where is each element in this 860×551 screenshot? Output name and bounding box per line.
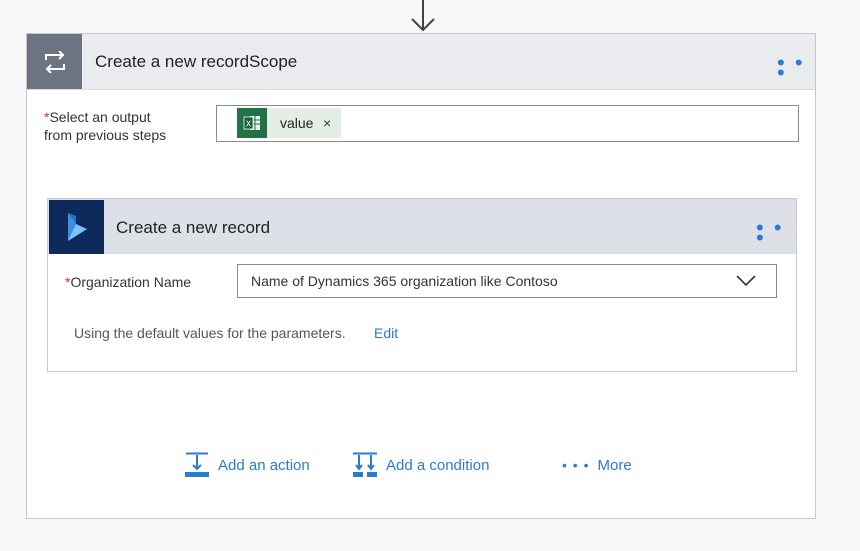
- default-values-text: Using the default values for the paramet…: [74, 325, 346, 341]
- more-ellipsis-icon: • • •: [562, 457, 590, 473]
- add-condition-icon: [353, 452, 377, 477]
- scope-header[interactable]: Create a new recordScope • • •: [27, 34, 815, 90]
- add-action-label: Add an action: [218, 456, 310, 474]
- token-label: value: [280, 115, 314, 131]
- remove-token-icon[interactable]: ×: [323, 115, 331, 131]
- scope-title: Create a new recordScope: [95, 52, 298, 71]
- chevron-down-icon: [736, 275, 756, 287]
- organization-name-select[interactable]: Name of Dynamics 365 organization like C…: [237, 264, 777, 298]
- scope-menu-ellipsis-icon[interactable]: • • •: [777, 52, 815, 84]
- create-record-title: Create a new record: [116, 218, 271, 237]
- edit-link[interactable]: Edit: [374, 325, 398, 341]
- add-action-button[interactable]: Add an action: [184, 450, 310, 480]
- select-output-label-line2: from previous steps: [44, 127, 167, 143]
- select-output-input[interactable]: X value ×: [216, 105, 799, 142]
- more-button[interactable]: • • • More: [562, 450, 632, 480]
- create-record-card: Create a new record • • • *Organization …: [47, 198, 797, 372]
- dynamics-365-icon: [49, 200, 104, 254]
- create-record-header[interactable]: Create a new record • • •: [48, 199, 796, 254]
- connector-arrow-icon: [411, 0, 435, 32]
- org-label-text: Organization Name: [70, 274, 192, 290]
- value-token[interactable]: X value ×: [237, 108, 341, 138]
- excel-icon: X: [237, 108, 267, 138]
- select-output-label: *Select an output from previous steps: [44, 108, 166, 144]
- add-condition-label: Add a condition: [386, 456, 490, 474]
- organization-name-placeholder: Name of Dynamics 365 organization like C…: [251, 273, 558, 289]
- scope-card: Create a new recordScope • • • *Select a…: [26, 33, 816, 519]
- select-output-label-line1: Select an output: [49, 109, 151, 125]
- more-label: More: [597, 456, 632, 474]
- loop-icon: [27, 34, 82, 89]
- record-menu-ellipsis-icon[interactable]: • • •: [756, 217, 796, 249]
- add-action-icon: [185, 452, 209, 477]
- add-condition-button[interactable]: Add a condition: [352, 450, 489, 480]
- organization-name-label: *Organization Name: [65, 273, 191, 291]
- excel-icon-letter: X: [246, 120, 252, 129]
